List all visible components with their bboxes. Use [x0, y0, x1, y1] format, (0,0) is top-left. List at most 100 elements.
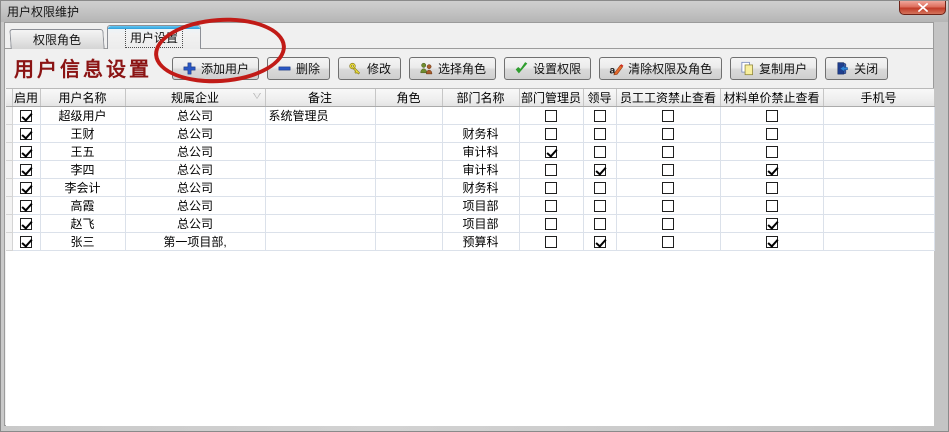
select-role-button[interactable]: 选择角色 — [409, 57, 496, 80]
copy-user-button[interactable]: 复制用户 — [730, 57, 817, 80]
modify-button[interactable]: 修改 — [338, 57, 401, 80]
leader-cell — [583, 233, 616, 251]
company-cell: 总公司 — [125, 215, 265, 233]
price-block-cell — [720, 143, 823, 161]
enable-checkbox[interactable] — [20, 236, 32, 248]
leader-cell — [583, 215, 616, 233]
add-user-button[interactable]: 添加用户 — [172, 57, 259, 80]
dept-cell: 预算科 — [442, 233, 519, 251]
col-header-dept[interactable]: 部门名称 — [442, 89, 519, 107]
col-header-enabled[interactable]: 启用 — [12, 89, 40, 107]
table-row[interactable]: 张三第一项目部,预算科 — [6, 233, 934, 251]
leader-checkbox[interactable] — [594, 236, 606, 248]
close-button[interactable] — [899, 1, 946, 15]
salary-block-checkbox[interactable] — [662, 128, 674, 140]
table-row[interactable]: 李会计总公司财务科 — [6, 179, 934, 197]
clear-permission-role-button[interactable]: a 清除权限及角色 — [599, 57, 722, 80]
table-row[interactable]: 王五总公司审计科 — [6, 143, 934, 161]
col-header-phone[interactable]: 手机号 — [823, 89, 934, 107]
price-block-checkbox[interactable] — [766, 110, 778, 122]
enable-checkbox[interactable] — [20, 128, 32, 140]
company-cell: 总公司 — [125, 143, 265, 161]
salary-block-checkbox[interactable] — [662, 146, 674, 158]
salary-block-checkbox[interactable] — [662, 164, 674, 176]
company-cell: 总公司 — [125, 179, 265, 197]
price-block-checkbox[interactable] — [766, 200, 778, 212]
close-window-button[interactable]: 关闭 — [825, 57, 888, 80]
close-icon — [918, 3, 928, 12]
dept-admin-checkbox[interactable] — [545, 128, 557, 140]
price-block-checkbox[interactable] — [766, 164, 778, 176]
tab-label: 权限角色 — [33, 31, 81, 48]
salary-block-cell — [616, 197, 720, 215]
sort-indicator-icon — [253, 93, 261, 99]
col-header-role[interactable]: 角色 — [375, 89, 442, 107]
table-row[interactable]: 王财总公司财务科 — [6, 125, 934, 143]
salary-block-checkbox[interactable] — [662, 200, 674, 212]
note-cell — [265, 233, 375, 251]
phone-cell — [823, 143, 934, 161]
note-cell — [265, 143, 375, 161]
salary-block-checkbox[interactable] — [662, 182, 674, 194]
leader-checkbox[interactable] — [594, 128, 606, 140]
enable-checkbox[interactable] — [20, 218, 32, 230]
phone-cell — [823, 161, 934, 179]
table-row[interactable]: 赵飞总公司项目部 — [6, 215, 934, 233]
enable-checkbox[interactable] — [20, 182, 32, 194]
price-block-checkbox[interactable] — [766, 146, 778, 158]
col-header-dept-admin[interactable]: 部门管理员 — [519, 89, 583, 107]
dept-admin-checkbox[interactable] — [545, 236, 557, 248]
price-block-cell — [720, 179, 823, 197]
salary-block-cell — [616, 125, 720, 143]
col-header-company[interactable]: 规属企业 — [125, 89, 265, 107]
leader-checkbox[interactable] — [594, 182, 606, 194]
leader-checkbox[interactable] — [594, 164, 606, 176]
leader-checkbox[interactable] — [594, 218, 606, 230]
phone-cell — [823, 179, 934, 197]
dept-admin-checkbox[interactable] — [545, 146, 557, 158]
enable-cell — [12, 233, 40, 251]
leader-checkbox[interactable] — [594, 110, 606, 122]
col-header-price-block[interactable]: 材料单价禁止查看 — [720, 89, 823, 107]
leader-checkbox[interactable] — [594, 200, 606, 212]
salary-block-cell — [616, 161, 720, 179]
enable-cell — [12, 179, 40, 197]
price-block-checkbox[interactable] — [766, 236, 778, 248]
set-permission-button[interactable]: 设置权限 — [504, 57, 591, 80]
price-block-checkbox[interactable] — [766, 182, 778, 194]
table-row[interactable]: 李四总公司审计科 — [6, 161, 934, 179]
toolbar: 添加用户 删除 修改 — [172, 57, 888, 80]
role-cell — [375, 197, 442, 215]
enable-checkbox[interactable] — [20, 200, 32, 212]
salary-block-checkbox[interactable] — [662, 236, 674, 248]
col-header-salary-block[interactable]: 员工工资禁止查看 — [616, 89, 720, 107]
tab-permission-roles[interactable]: 权限角色 — [9, 29, 104, 49]
price-block-checkbox[interactable] — [766, 128, 778, 140]
price-block-cell — [720, 161, 823, 179]
user-name-cell: 超级用户 — [40, 107, 125, 125]
price-block-checkbox[interactable] — [766, 218, 778, 230]
button-label: 选择角色 — [438, 60, 486, 77]
salary-block-checkbox[interactable] — [662, 110, 674, 122]
dept-admin-checkbox[interactable] — [545, 110, 557, 122]
dept-admin-checkbox[interactable] — [545, 164, 557, 176]
leader-checkbox[interactable] — [594, 146, 606, 158]
enable-checkbox[interactable] — [20, 110, 32, 122]
enable-cell — [12, 125, 40, 143]
table-row[interactable]: 超级用户总公司系统管理员 — [6, 107, 934, 125]
col-header-leader[interactable]: 领导 — [583, 89, 616, 107]
dept-admin-checkbox[interactable] — [545, 200, 557, 212]
table-row[interactable]: 高霞总公司项目部 — [6, 197, 934, 215]
delete-button[interactable]: 删除 — [267, 57, 330, 80]
dept-admin-checkbox[interactable] — [545, 218, 557, 230]
enable-checkbox[interactable] — [20, 164, 32, 176]
phone-cell — [823, 107, 934, 125]
col-header-user-name[interactable]: 用户名称 — [40, 89, 125, 107]
role-cell — [375, 107, 442, 125]
salary-block-checkbox[interactable] — [662, 218, 674, 230]
col-header-note[interactable]: 备注 — [265, 89, 375, 107]
tab-user-settings[interactable]: 用户设置 — [107, 25, 201, 49]
enable-checkbox[interactable] — [20, 146, 32, 158]
price-block-cell — [720, 197, 823, 215]
dept-admin-checkbox[interactable] — [545, 182, 557, 194]
